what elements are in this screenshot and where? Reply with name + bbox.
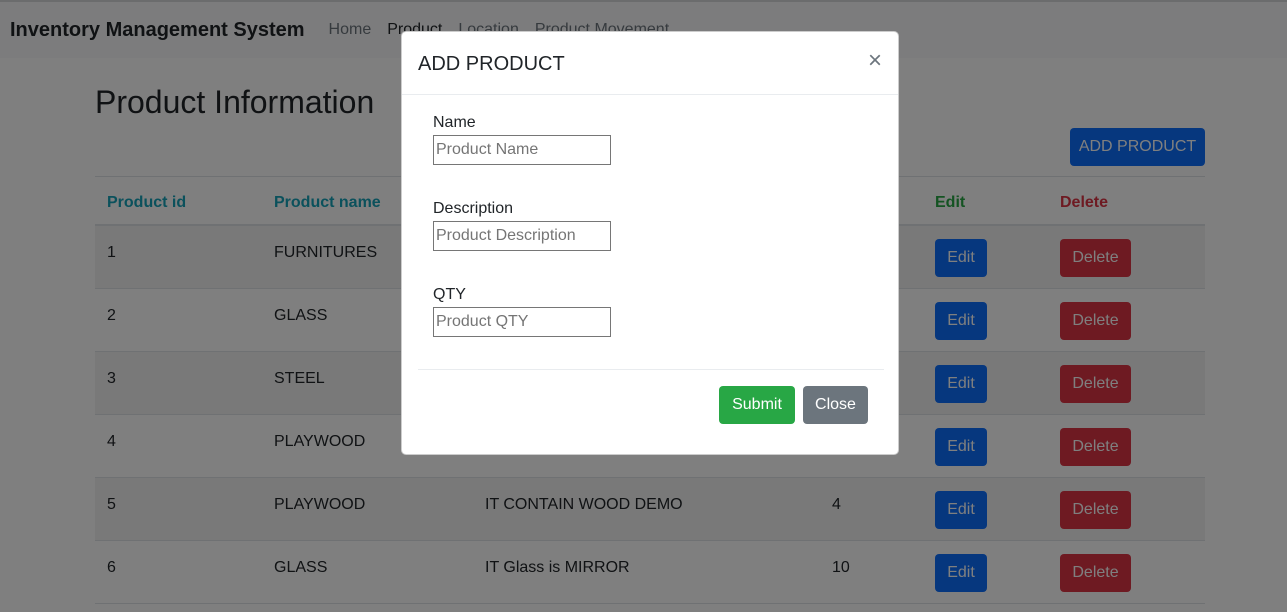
submit-button[interactable]: Submit [719, 386, 795, 424]
name-label: Name [433, 114, 476, 131]
close-icon[interactable]: × [868, 49, 882, 73]
qty-label: QTY [433, 286, 466, 303]
description-label: Description [433, 200, 514, 217]
close-button[interactable]: Close [803, 386, 868, 424]
modal-divider [418, 369, 884, 370]
product-qty-input[interactable] [433, 307, 611, 337]
product-name-input[interactable] [433, 135, 611, 165]
add-product-modal: ADD PRODUCT × Name Description QTY Submi… [401, 31, 899, 455]
product-description-input[interactable] [433, 221, 611, 251]
modal-title: ADD PRODUCT [418, 53, 565, 75]
modal-header: ADD PRODUCT × [402, 32, 898, 95]
